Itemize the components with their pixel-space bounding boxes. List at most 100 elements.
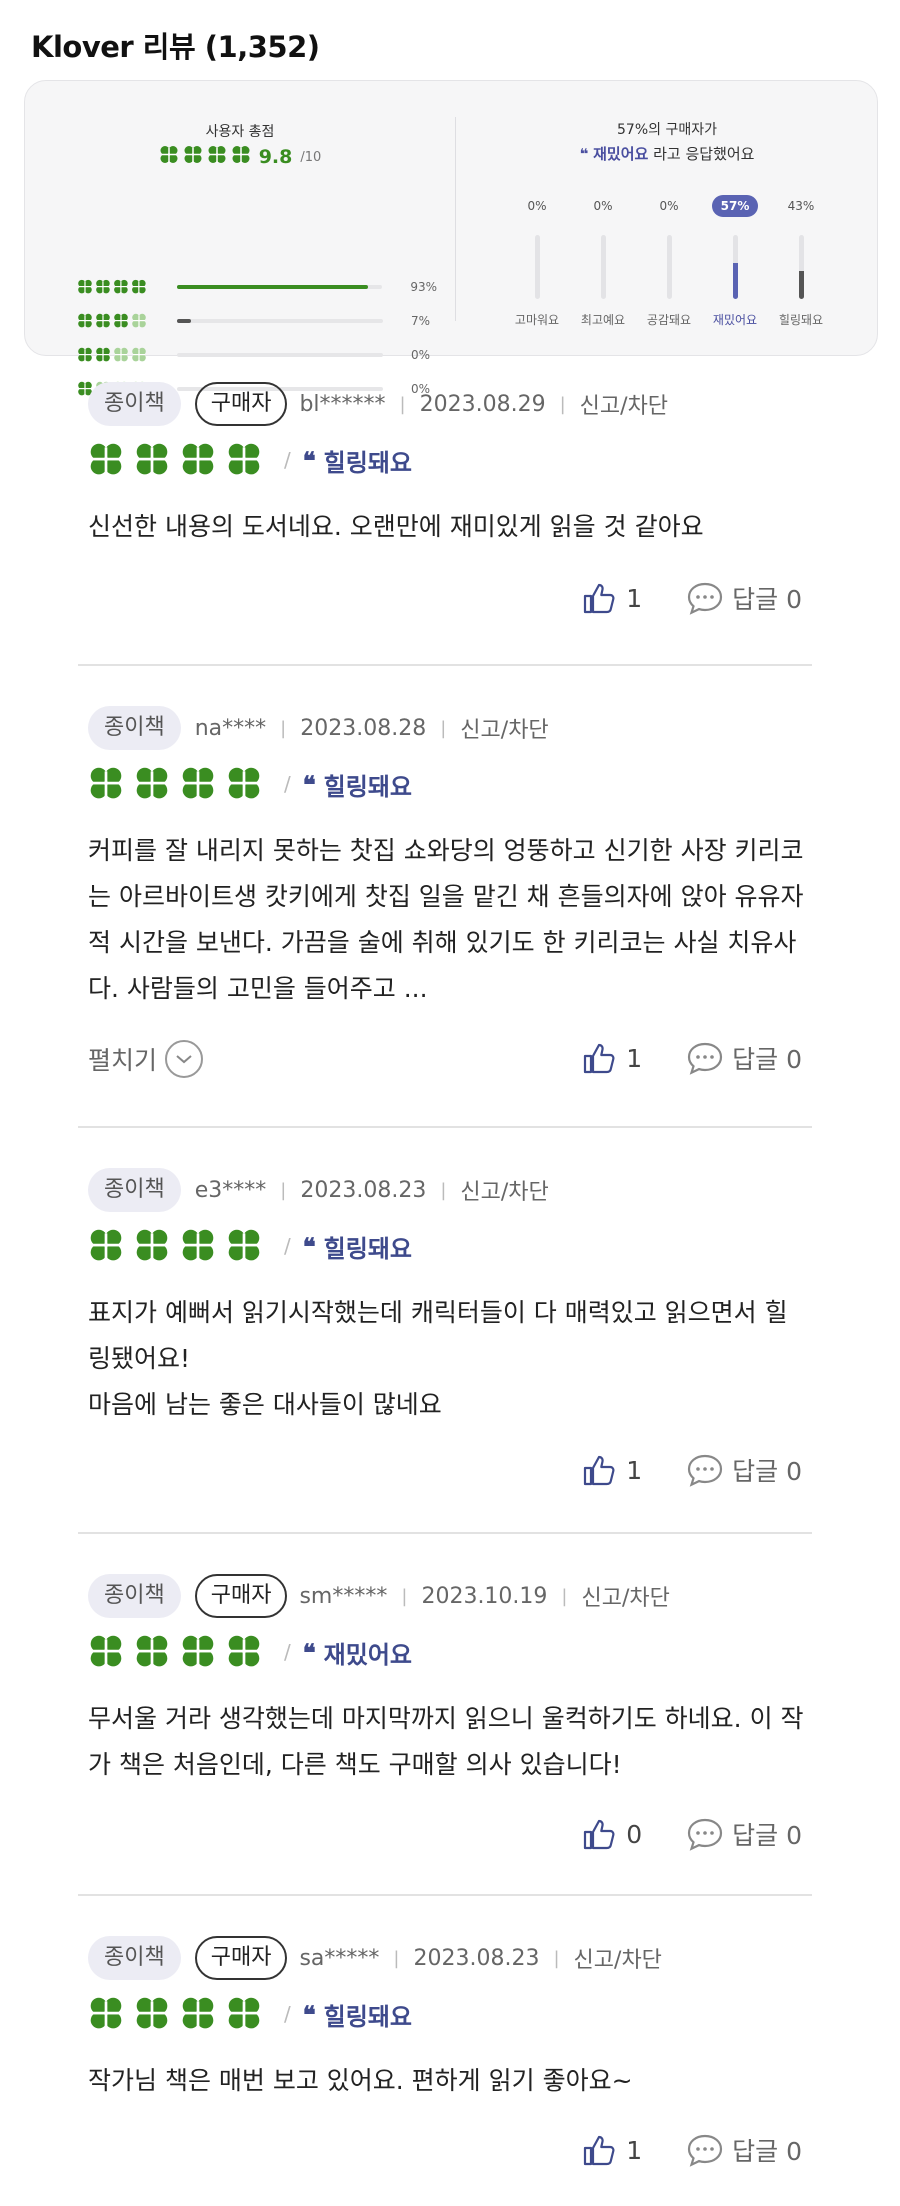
emotion-suffix: 라고 응답했어요: [648, 145, 755, 163]
meta-separator: |: [440, 1179, 447, 1201]
review-date: 2023.08.23: [413, 1945, 540, 1971]
review-date: 2023.08.29: [419, 391, 546, 417]
reply-button[interactable]: 답글 0: [686, 1816, 802, 1852]
distribution-bar: [177, 353, 383, 357]
review-text: 표지가 예뻐서 읽기시작했는데 캐릭터들이 다 매력있고 읽으면서 힐링됐어요!…: [88, 1290, 808, 1428]
score-max: /10: [300, 149, 322, 165]
reply-button[interactable]: 답글 0: [686, 1040, 802, 1076]
buyer-badge: 구매자: [194, 382, 288, 426]
meta-separator: |: [553, 1947, 560, 1969]
review-actions: 1 답글 0: [582, 2132, 802, 2168]
review-text: 커피를 잘 내리지 못하는 찻집 쇼와당의 엉뚱하고 신기한 사장 키리코는 아…: [88, 836, 804, 1003]
quote-icon: ❝: [302, 769, 316, 799]
like-button[interactable]: 1: [582, 1453, 642, 1487]
format-badge: 종이책: [88, 1936, 181, 1980]
rating-row: / ❝ 재밌어요: [88, 1632, 412, 1672]
emotion-title: 57%의 구매자가: [617, 122, 717, 138]
score-value: 9.8: [258, 146, 293, 168]
review-meta: 종이책 구매자 sa***** | 2023.08.23 | 신고/차단: [88, 1936, 662, 1980]
emotion-label: 재밌어요: [712, 313, 758, 327]
emotion-label: 힐링돼요: [778, 313, 824, 327]
review-item: 종이책 na**** | 2023.08.28 | 신고/차단 / ❝ 힐링돼요…: [78, 706, 812, 1126]
review-text-line: 표지가 예뻐서 읽기시작했는데 캐릭터들이 다 매력있고 읽으면서 힐링됐어요!: [88, 1298, 788, 1373]
review-divider: [78, 1894, 812, 1896]
reply-button[interactable]: 답글 0: [686, 2132, 802, 2168]
emotion-section: 57%의 구매자가 ❝ 재밌어요 라고 응답했어요 0% 고마워요 0% 최고예…: [455, 81, 879, 355]
review-date: 2023.08.23: [300, 1177, 427, 1203]
emotion-percent: 0%: [527, 199, 547, 213]
like-count: 1: [626, 1455, 643, 1485]
emotion-item-thanks[interactable]: 0% 고마워요: [507, 199, 567, 349]
report-block-link[interactable]: 신고/차단: [574, 1942, 662, 1974]
score-clovers: [159, 145, 251, 169]
distribution-row-3: 7%: [77, 311, 437, 331]
rating-separator: /: [284, 2002, 291, 2026]
quote-icon: ❝: [302, 1637, 316, 1667]
distribution-percent: 7%: [411, 314, 431, 328]
distribution-row-2: 0%: [77, 345, 437, 365]
report-block-link[interactable]: 신고/차단: [460, 712, 548, 744]
report-block-link[interactable]: 신고/차단: [580, 388, 668, 420]
review-item: 종이책 구매자 sa***** | 2023.08.23 | 신고/차단 / ❝…: [78, 1936, 812, 2202]
reply-button[interactable]: 답글 0: [686, 580, 802, 616]
meta-separator: |: [401, 1585, 408, 1607]
like-button[interactable]: 1: [582, 581, 642, 615]
expand-button[interactable]: 펼치기: [88, 1040, 204, 1078]
report-block-link[interactable]: 신고/차단: [582, 1580, 670, 1612]
emotion-bar: [601, 235, 606, 299]
emotion-label: 공감돼요: [646, 313, 692, 327]
review-text: 무서울 거라 생각했는데 마지막까지 읽으니 울컥하기도 하네요. 이 작가 책…: [88, 1704, 804, 1779]
review-emotion: 재밌어요: [323, 1640, 412, 1669]
review-emotion: 힐링돼요: [323, 1234, 412, 1263]
report-block-link[interactable]: 신고/차단: [460, 1174, 548, 1206]
comment-icon: [686, 1041, 724, 1075]
score-row: 9.8 /10: [25, 145, 455, 169]
rating-separator: /: [284, 1640, 291, 1664]
distribution-percent: 0%: [411, 348, 431, 362]
review-actions: 1 답글 0: [582, 1452, 802, 1488]
reviewer-id: e3****: [194, 1177, 267, 1203]
score-section: 사용자 총점 9.8 /10 93% 7% 0% 0%: [25, 81, 455, 396]
thumbs-up-icon: [582, 1453, 616, 1487]
review-emotion: 힐링돼요: [323, 772, 412, 801]
like-count: 0: [626, 1819, 643, 1849]
like-count: 1: [626, 1043, 643, 1073]
thumbs-up-icon: [582, 1041, 616, 1075]
reply-count: 답글 0: [732, 1045, 802, 1074]
like-button[interactable]: 1: [582, 1041, 642, 1075]
emotion-item-best[interactable]: 0% 최고예요: [573, 199, 633, 349]
comment-icon: [686, 581, 724, 615]
emotion-percent: 43%: [787, 199, 815, 213]
reply-count: 답글 0: [732, 2137, 802, 2166]
review-date: 2023.08.28: [300, 715, 427, 741]
comment-icon: [686, 1453, 724, 1487]
thumbs-up-icon: [582, 1817, 616, 1851]
emotion-item-empathy[interactable]: 0% 공감돼요: [639, 199, 699, 349]
emotion-item-fun[interactable]: 57% 재밌어요: [705, 195, 765, 349]
review-actions: 1 답글 0: [582, 580, 802, 616]
review-date: 2023.10.19: [421, 1583, 548, 1609]
reviewer-id: bl******: [299, 391, 386, 417]
like-button[interactable]: 0: [582, 1817, 642, 1851]
meta-separator: |: [280, 1179, 287, 1201]
review-emotion: 힐링돼요: [323, 2002, 412, 2031]
like-button[interactable]: 1: [582, 2133, 642, 2167]
like-count: 1: [626, 2135, 643, 2165]
emotion-subtitle: ❝ 재밌어요 라고 응답했어요: [455, 143, 879, 164]
chevron-down-icon: [165, 1040, 204, 1078]
rating-row: / ❝ 힐링돼요: [88, 1226, 412, 1266]
rating-row: / ❝ 힐링돼요: [88, 1994, 412, 2034]
emotion-percent: 0%: [659, 199, 679, 213]
rating-separator: /: [284, 448, 291, 472]
quote-icon: ❝: [302, 445, 316, 475]
review-item: 종이책 e3**** | 2023.08.23 | 신고/차단 / ❝ 힐링돼요…: [78, 1168, 812, 1532]
thumbs-up-icon: [582, 2133, 616, 2167]
emotion-percent: 0%: [593, 199, 613, 213]
review-divider: [78, 664, 812, 666]
reply-button[interactable]: 답글 0: [686, 1452, 802, 1488]
review-meta: 종이책 구매자 bl****** | 2023.08.29 | 신고/차단: [88, 382, 668, 426]
expand-label: 펼치기: [88, 1046, 158, 1075]
clover-rating-icon: [90, 1229, 260, 1261]
format-badge: 종이책: [88, 706, 181, 750]
emotion-item-healing[interactable]: 43% 힐링돼요: [771, 199, 831, 349]
